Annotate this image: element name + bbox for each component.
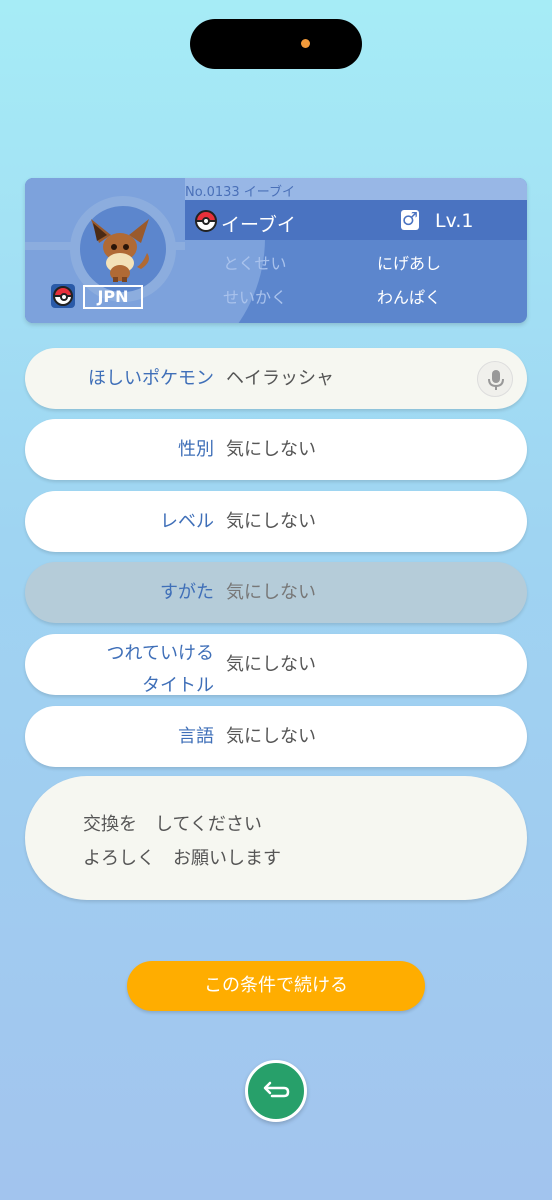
pokemon-level: Lv.1	[435, 210, 474, 232]
microphone-icon	[488, 370, 504, 390]
pokemon-name: イーブイ	[221, 214, 296, 236]
eevee-sprite-icon	[91, 219, 149, 282]
message-line-2: よろしく お願いします	[83, 848, 281, 869]
title-label-line2: タイトル	[142, 675, 214, 696]
pokemon-card[interactable]: No.0133 イーブイ JPN イーブイ ♂ Lv.1 とくせい にげあし せ…	[25, 178, 527, 323]
pokeball-badge-icon	[51, 284, 75, 308]
wanted-pokemon-value[interactable]: ヘイラッシャ	[226, 348, 334, 409]
ability-value: にげあし	[377, 254, 442, 273]
wanted-pokemon-label: ほしいポケモン	[88, 368, 214, 389]
wanted-pokemon-field[interactable]: ほしいポケモン ヘイラッシャ	[25, 348, 527, 409]
gender-label: 性別	[178, 439, 214, 460]
language-value[interactable]: 気にしない	[226, 706, 316, 767]
language-field[interactable]: 言語 気にしない	[25, 706, 527, 767]
language-label: 言語	[178, 726, 214, 747]
region-badge: JPN	[83, 285, 143, 309]
nature-label: せいかく	[223, 288, 288, 307]
microphone-button[interactable]	[477, 361, 513, 397]
dynamic-island	[190, 19, 362, 69]
level-field[interactable]: レベル 気にしない	[25, 491, 527, 552]
camera-indicator	[301, 39, 310, 48]
gender-field[interactable]: 性別 気にしない	[25, 419, 527, 480]
form-label: すがた	[160, 582, 214, 603]
ability-label: とくせい	[223, 254, 287, 273]
dex-number: No.0133 イーブイ	[185, 185, 296, 200]
continue-button[interactable]: この条件で続ける	[127, 961, 425, 1011]
nature-value: わんぱく	[377, 288, 442, 307]
level-value[interactable]: 気にしない	[226, 491, 316, 552]
return-arrow-icon	[263, 1081, 290, 1098]
gender-value[interactable]: 気にしない	[226, 419, 316, 480]
level-label: レベル	[160, 511, 214, 532]
title-label-line1: つれていける	[106, 643, 214, 664]
title-value[interactable]: 気にしない	[226, 634, 316, 695]
title-label: つれていける タイトル	[107, 638, 214, 702]
message-box[interactable]: 交換を してください よろしく お願いします	[25, 776, 527, 900]
title-field[interactable]: つれていける タイトル 気にしない	[25, 634, 527, 696]
form-value: 気にしない	[226, 582, 316, 603]
male-gender-icon: ♂	[401, 209, 419, 230]
pokeball-icon	[195, 210, 217, 232]
back-button[interactable]	[245, 1060, 307, 1122]
form-field: すがた 気にしない	[25, 562, 527, 623]
message-line-1: 交換を してください	[83, 814, 262, 835]
